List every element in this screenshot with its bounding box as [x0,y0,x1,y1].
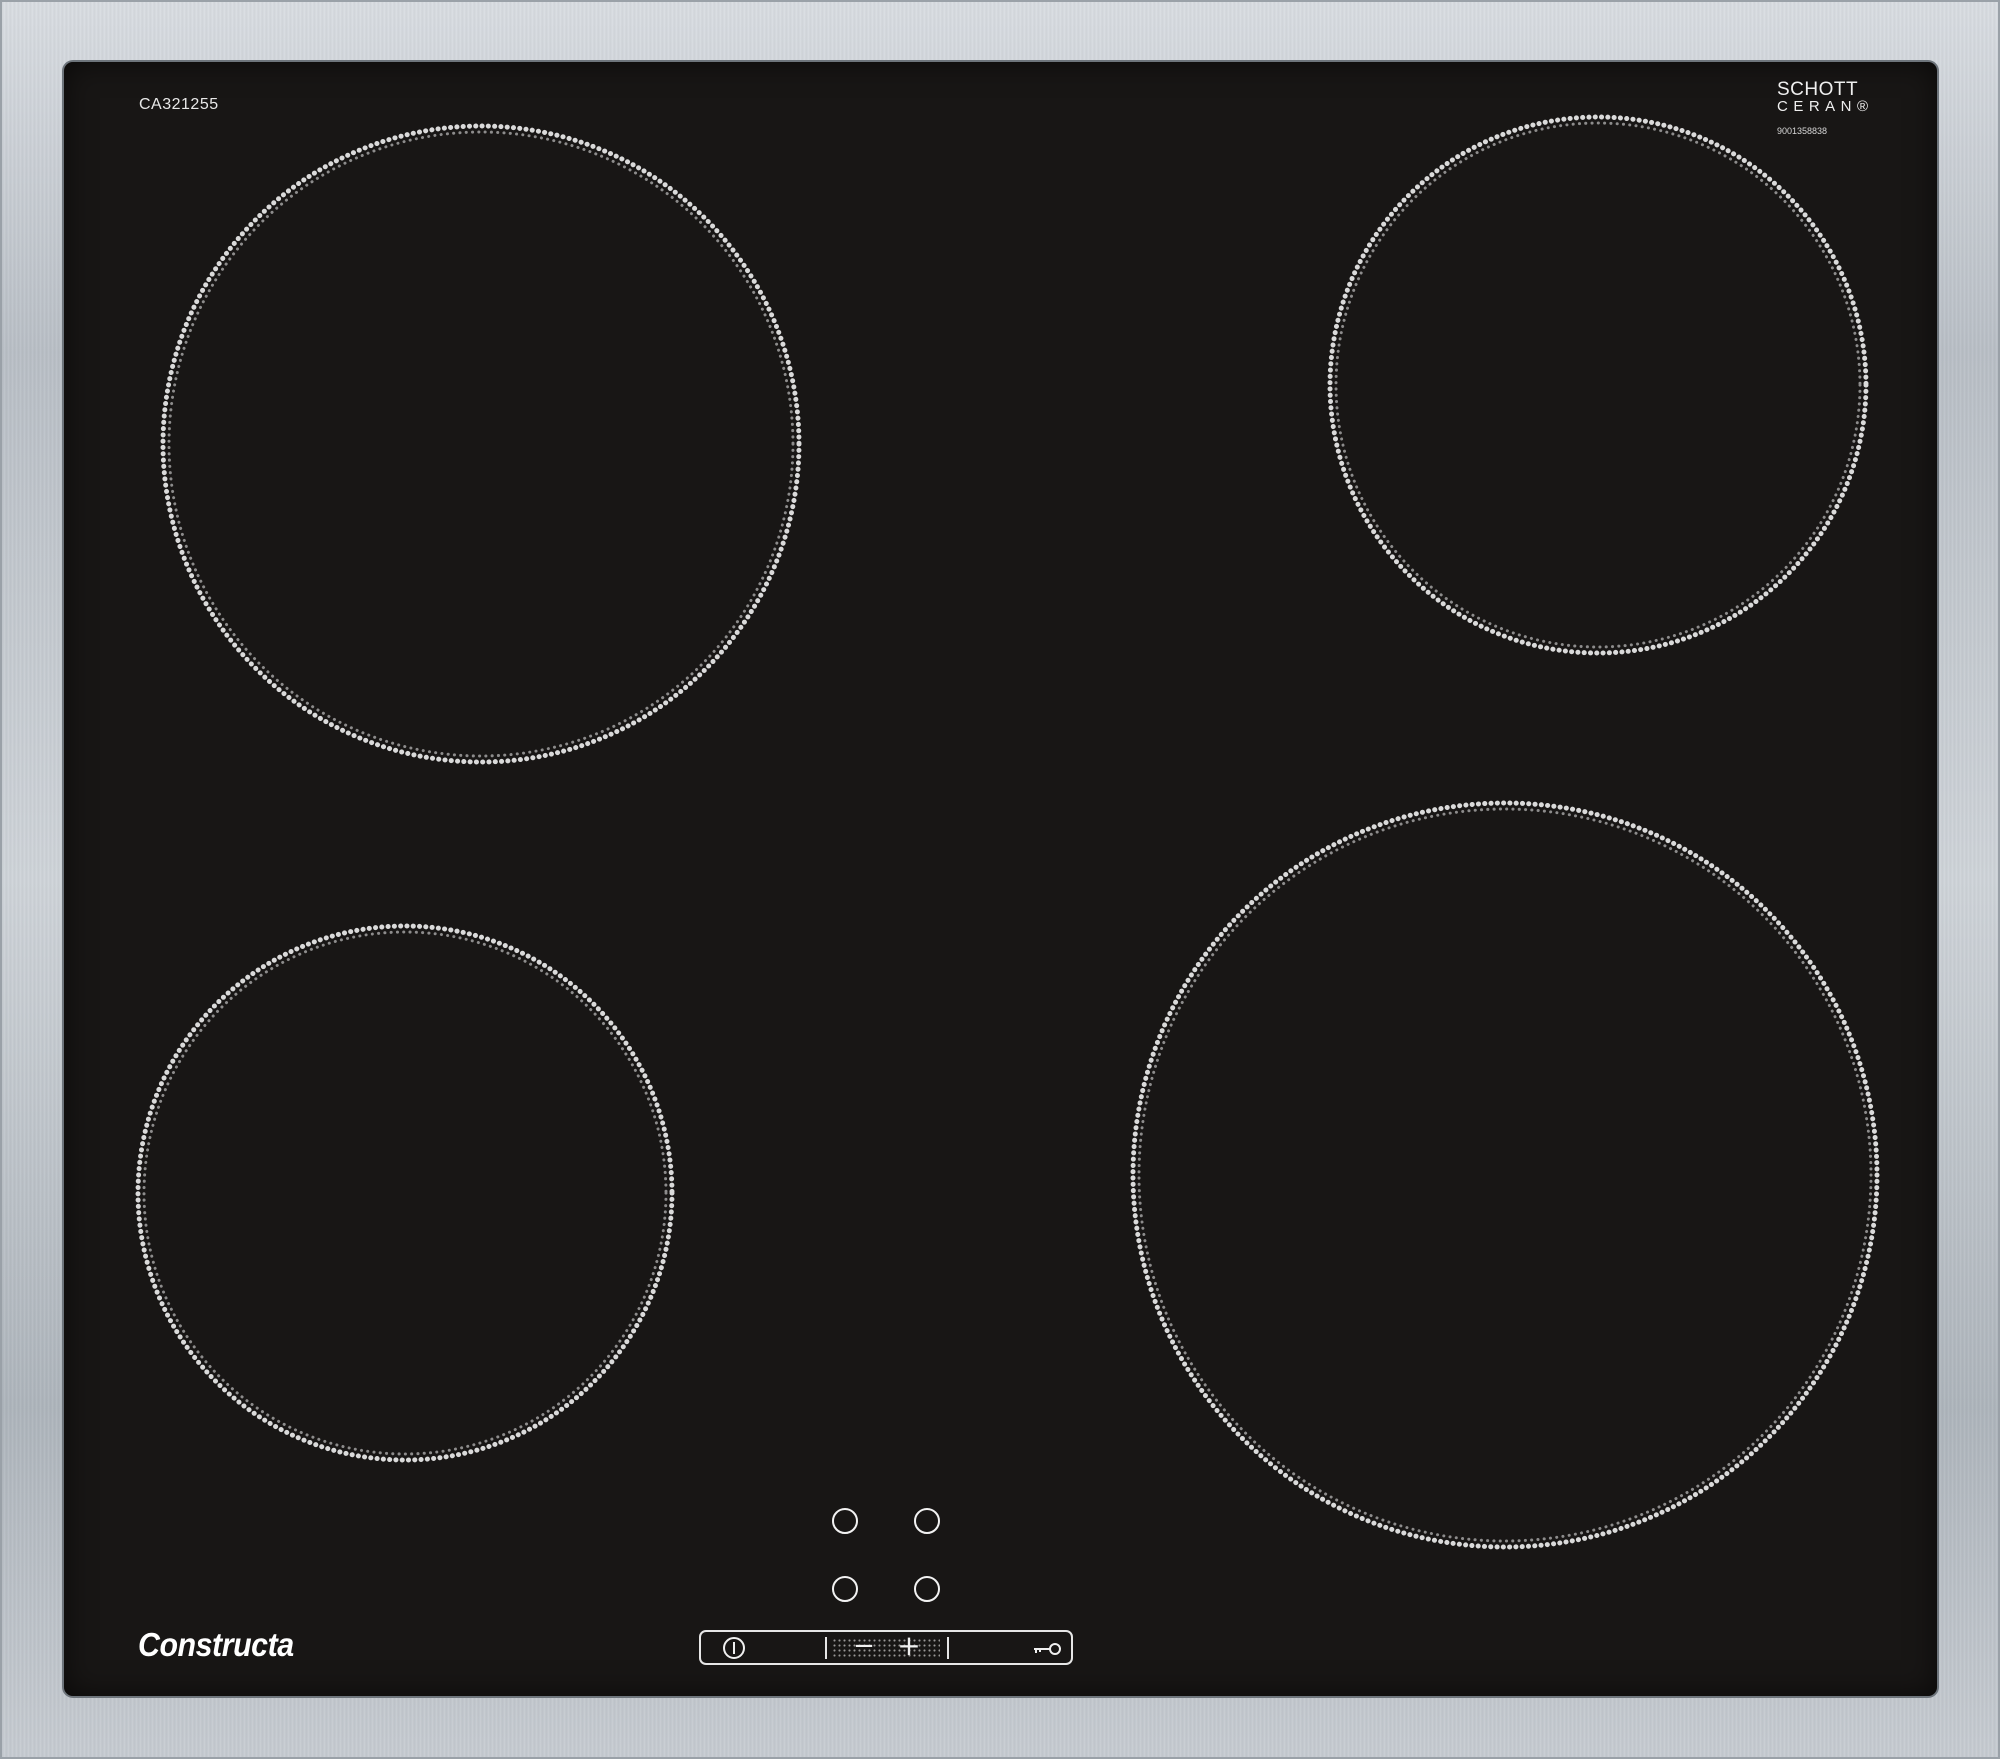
ceramic-glass-top [64,62,1937,1696]
part-number: 9001358838 [1777,126,1828,136]
key-lock-icon[interactable] [1031,1640,1063,1658]
control-divider [825,1637,827,1659]
schott-ceran-logo: SCHOTT CERAN® [1777,80,1887,114]
zone-indicator-front-right [914,1576,940,1602]
model-number: CA321255 [139,96,219,113]
schott-logo-line1: SCHOTT [1777,79,1859,100]
power-level-slider[interactable] [832,1638,940,1658]
zone-indicator-front-left [832,1576,858,1602]
touch-control-panel: − + [699,1630,1073,1665]
control-divider [947,1637,949,1659]
plus-icon[interactable]: + [896,1630,922,1662]
zone-indicator-rear-left [832,1508,858,1534]
schott-logo-line2: CERAN® [1777,98,1874,115]
power-icon[interactable] [723,1637,745,1659]
zone-indicator-rear-right [914,1508,940,1534]
minus-icon[interactable]: − [851,1630,877,1662]
brand-logo: Constructa [138,1626,294,1663]
